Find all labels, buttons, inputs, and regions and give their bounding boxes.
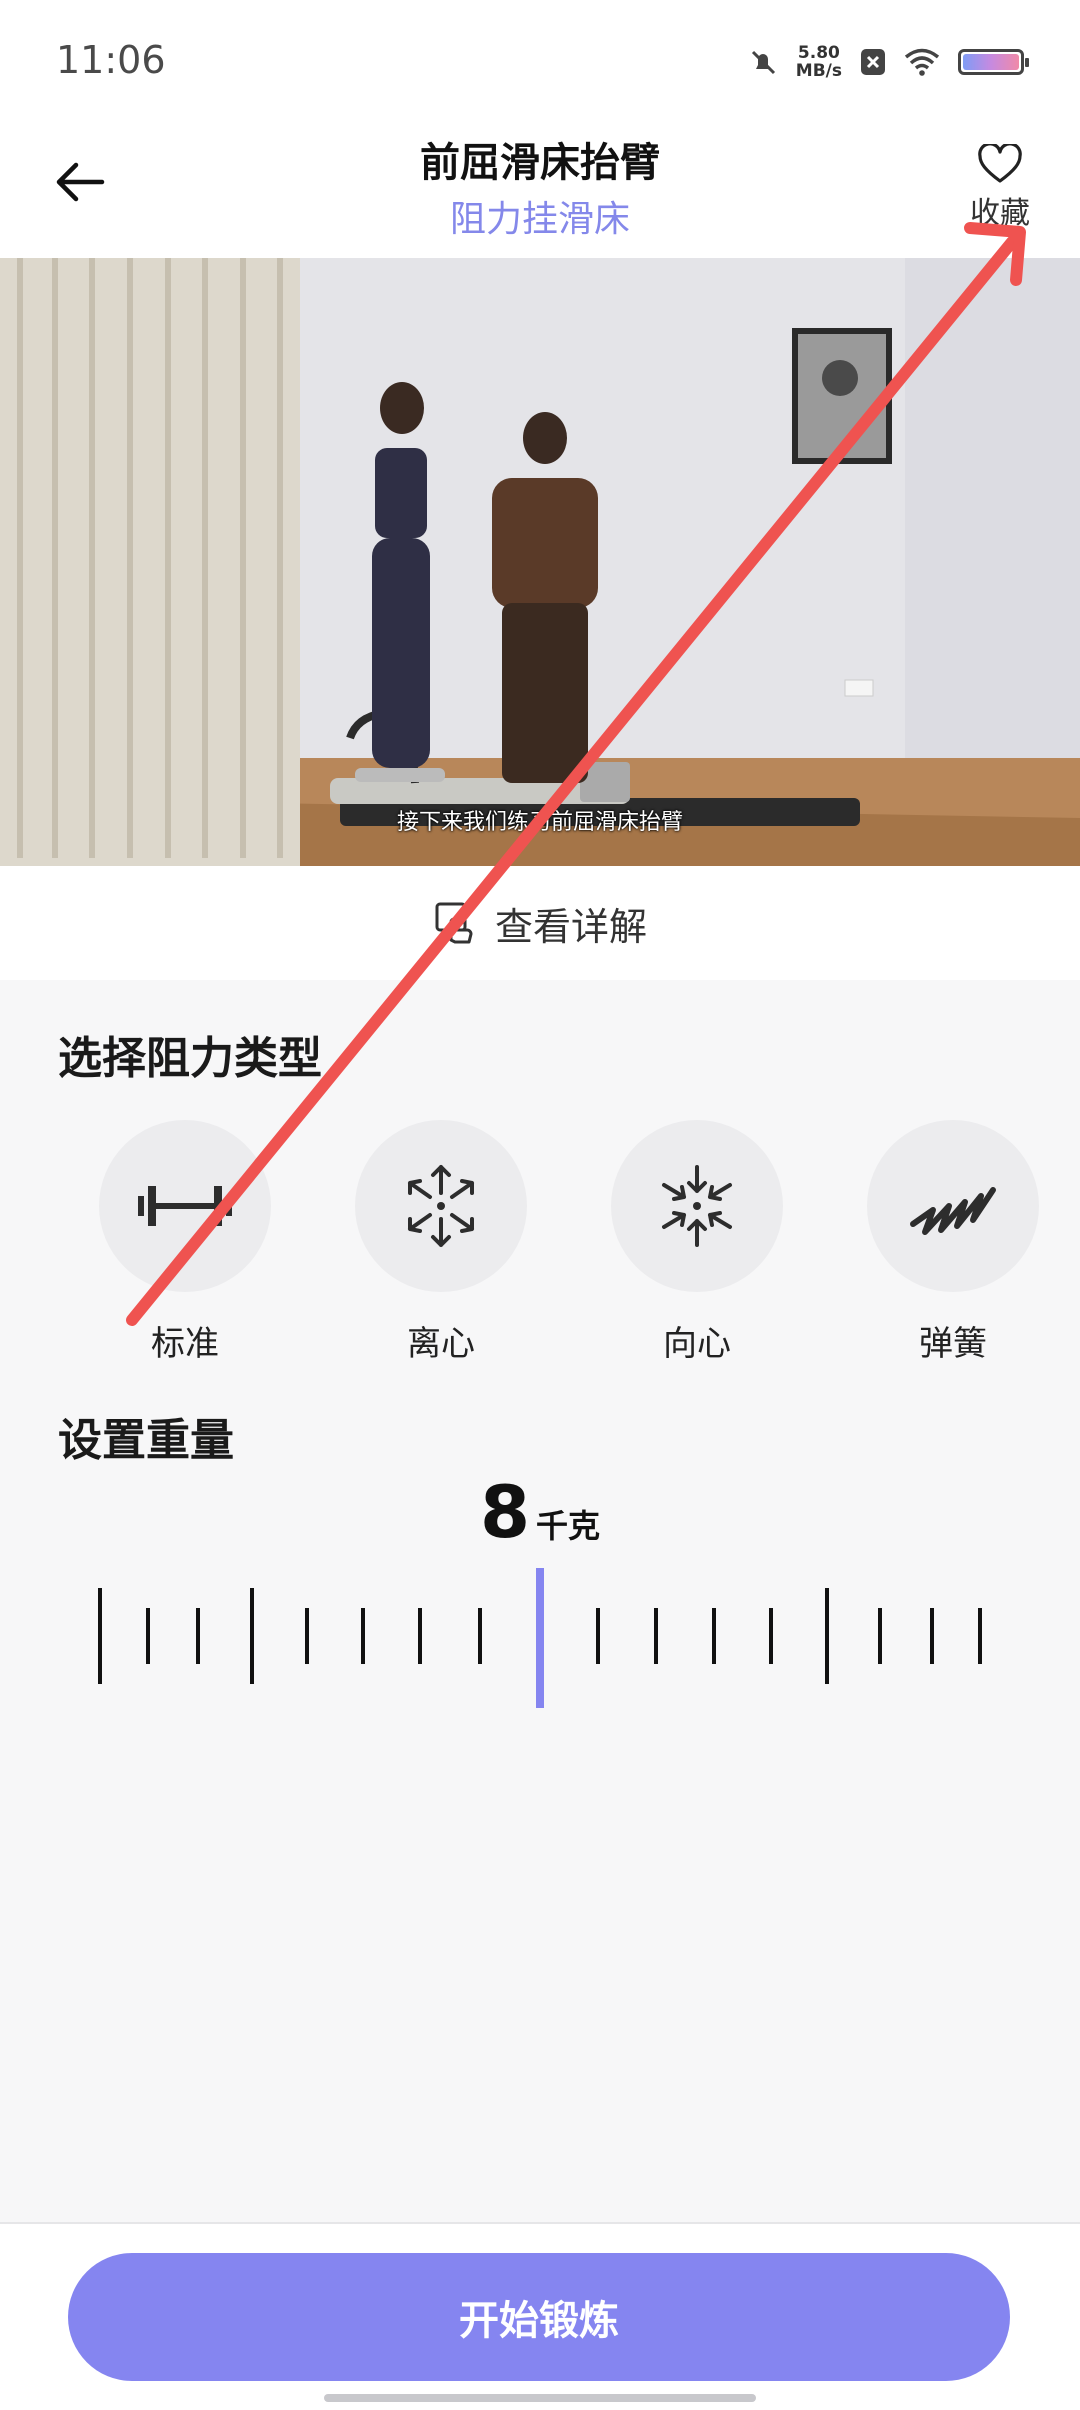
video-frame-image [0,258,1080,866]
status-time: 11:06 [56,38,166,82]
view-details-label: 查看详解 [494,904,647,949]
spring-icon [910,1187,996,1235]
mute-icon [751,50,775,75]
favorite-label: 收藏 [970,196,1030,231]
weight-value-display: 8 千克 [0,1470,1080,1554]
resistance-type-standard[interactable]: 标准 [99,1120,271,1365]
exercise-video[interactable]: 接下来我们练习前屈滑床抬臂 [0,258,1080,866]
view-details-button[interactable]: 查看详解 [0,866,1080,980]
collapse-arrows-icon [662,1165,732,1247]
type-circle [611,1120,783,1292]
expand-arrows-icon [408,1165,474,1247]
status-icons: 5.80 MB/s [748,43,1029,81]
heart-icon [978,144,1022,183]
resistance-type-title: 选择阻力类型 [58,1033,322,1084]
start-workout-button[interactable]: 开始锻炼 [68,2253,1010,2381]
type-circle [99,1120,271,1292]
page-title: 前屈滑床抬臂 [420,140,660,186]
detail-icon [435,902,473,944]
ruler-ticks [98,1568,982,1708]
type-circle [355,1120,527,1292]
weight-title: 设置重量 [58,1415,234,1466]
resistance-type-concentric[interactable]: 向心 [611,1120,783,1365]
type-circle [867,1120,1039,1292]
battery-icon [958,49,1029,75]
header: 前屈滑床抬臂 阻力挂滑床 收藏 [0,110,1080,258]
type-label: 弹簧 [919,1324,987,1364]
type-label: 向心 [663,1324,731,1364]
status-bar: 11:06 5.80 MB/s [0,0,1080,110]
weight-value: 8 [479,1470,531,1554]
weight-unit: 千克 [536,1507,601,1545]
home-indicator [324,2394,756,2402]
favorite-button[interactable]: 收藏 [960,144,1040,232]
resistance-type-eccentric[interactable]: 离心 [355,1120,527,1365]
wifi-icon [904,48,940,76]
type-label: 离心 [407,1324,475,1364]
weight-ruler[interactable] [0,1560,1080,1720]
type-label: 标准 [151,1324,219,1364]
dumbbell-icon [138,1186,232,1226]
net-speed: 5.80 MB/s [795,43,842,81]
x-badge-icon [861,49,885,75]
resistance-type-spring[interactable]: 弹簧 [867,1120,1039,1365]
video-caption: 接下来我们练习前屈滑床抬臂 [396,810,683,835]
page-subtitle: 阻力挂滑床 [449,199,630,240]
